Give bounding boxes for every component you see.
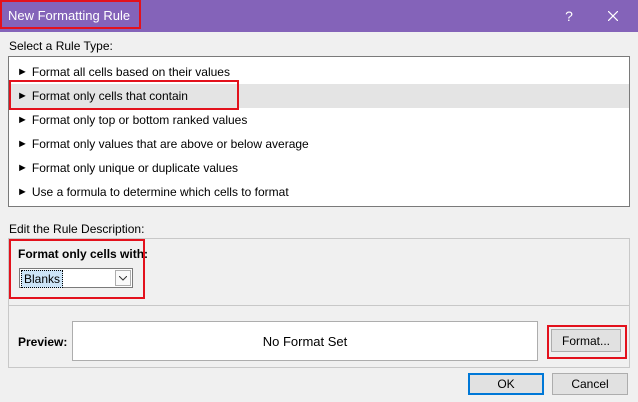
help-button[interactable]: ? (546, 0, 592, 32)
ok-button[interactable]: OK (468, 373, 544, 395)
format-button-highlight-box (547, 325, 627, 359)
rule-type-item-label: Format only unique or duplicate values (31, 161, 239, 175)
rule-type-item[interactable]: ► Format only unique or duplicate values (9, 156, 629, 180)
close-icon (608, 11, 618, 21)
rule-description-panel: Format only cells with: Blanks Preview: … (8, 238, 630, 368)
rule-type-item-label: Format all cells based on their values (31, 65, 230, 79)
rule-type-item[interactable]: ► Format only top or bottom ranked value… (9, 108, 629, 132)
divider (9, 305, 629, 306)
rule-type-label: Select a Rule Type: (9, 39, 113, 53)
preview-box: No Format Set (72, 321, 538, 361)
rule-type-item[interactable]: ► Use a formula to determine which cells… (9, 180, 629, 204)
new-formatting-rule-dialog: New Formatting Rule ? Select a Rule Type… (0, 0, 638, 402)
selected-item-highlight-box (9, 80, 239, 110)
rule-type-item-label: Use a formula to determine which cells t… (31, 185, 289, 199)
arrow-right-icon: ► (17, 66, 28, 78)
rule-type-item[interactable]: ► Format only values that are above or b… (9, 132, 629, 156)
arrow-right-icon: ► (17, 162, 28, 174)
preview-label: Preview: (18, 335, 68, 349)
rule-description-label: Edit the Rule Description: (9, 222, 145, 236)
preview-text: No Format Set (262, 333, 348, 349)
title-bar: New Formatting Rule ? (0, 0, 638, 32)
title-highlight-box (0, 0, 141, 29)
arrow-right-icon: ► (17, 138, 28, 150)
rule-type-item-label: Format only top or bottom ranked values (31, 113, 248, 127)
cancel-button[interactable]: Cancel (552, 373, 628, 395)
rule-type-list[interactable]: ► Format all cells based on their values… (8, 56, 630, 207)
arrow-right-icon: ► (17, 186, 28, 198)
condition-highlight-box (9, 239, 145, 299)
arrow-right-icon: ► (17, 114, 28, 126)
close-button[interactable] (590, 0, 636, 32)
condition-area: Format only cells with: Blanks (9, 239, 629, 305)
rule-type-item-label: Format only values that are above or bel… (31, 137, 309, 151)
